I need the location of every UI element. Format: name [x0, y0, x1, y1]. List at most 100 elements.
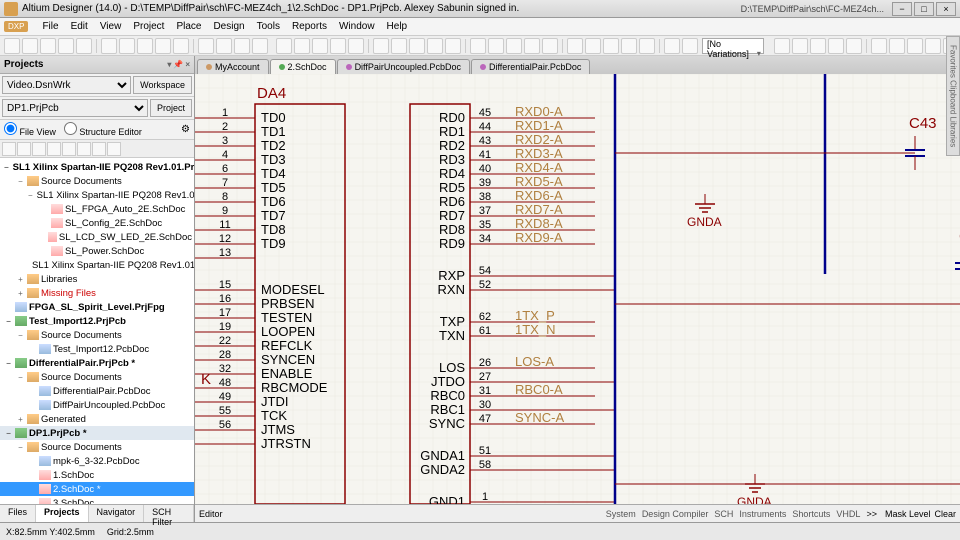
menu-help[interactable]: Help — [381, 19, 414, 34]
mask-level[interactable]: Mask Level — [885, 509, 931, 519]
toolbar-button[interactable] — [4, 38, 20, 54]
system-tab[interactable]: SCH — [714, 509, 733, 519]
tree-node[interactable]: −Test_Import12.PrjPcb — [0, 314, 194, 328]
toolbar-button[interactable] — [889, 38, 905, 54]
toolbar-button[interactable] — [330, 38, 346, 54]
menu-reports[interactable]: Reports — [286, 19, 333, 34]
toolbar-button[interactable] — [101, 38, 117, 54]
dxp-button[interactable]: DXP — [4, 21, 28, 32]
fileview-radio[interactable]: File View — [4, 122, 56, 137]
close-button[interactable]: × — [936, 2, 956, 16]
tree-node[interactable]: SL1 Xilinx Spartan-IIE PQ208 Rev1.01.Pcb… — [0, 258, 194, 272]
minimize-button[interactable]: − — [892, 2, 912, 16]
toolbar-button[interactable] — [925, 38, 941, 54]
tree-node[interactable]: +Missing Files — [0, 286, 194, 300]
menu-design[interactable]: Design — [207, 19, 250, 34]
tree-tool-button[interactable] — [32, 142, 46, 156]
toolbar-button[interactable] — [294, 38, 310, 54]
doc-tab[interactable]: DifferentialPair.PcbDoc — [471, 59, 590, 74]
structure-radio[interactable]: Structure Editor — [64, 122, 142, 137]
tree-tool-button[interactable] — [2, 142, 16, 156]
toolbar-button[interactable] — [445, 38, 461, 54]
toolbar-button[interactable] — [585, 38, 601, 54]
toolbar-button[interactable] — [542, 38, 558, 54]
toolbar-button[interactable] — [373, 38, 389, 54]
toolbar-button[interactable] — [198, 38, 214, 54]
toolbar-button[interactable] — [621, 38, 637, 54]
project-button[interactable]: Project — [150, 99, 192, 117]
system-tab[interactable]: Instruments — [739, 509, 786, 519]
tree-tool-button[interactable] — [107, 142, 121, 156]
tree-node[interactable]: −DP1.PrjPcb * — [0, 426, 194, 440]
panel-tab-projects[interactable]: Projects — [36, 505, 89, 522]
system-tab[interactable]: System — [606, 509, 636, 519]
toolbar-button[interactable] — [427, 38, 443, 54]
toolbar-button[interactable] — [470, 38, 486, 54]
toolbar-button[interactable] — [871, 38, 887, 54]
tree-tool-button[interactable] — [62, 142, 76, 156]
tree-node[interactable]: SL_Config_2E.SchDoc — [0, 216, 194, 230]
tree-node[interactable]: DiffPairUncoupled.PcbDoc — [0, 398, 194, 412]
toolbar-button[interactable] — [76, 38, 92, 54]
toolbar-button[interactable] — [664, 38, 680, 54]
panel-menu-icon[interactable]: ▾ — [167, 60, 171, 69]
tree-node[interactable]: SL_Power.SchDoc — [0, 244, 194, 258]
toolbar-button[interactable] — [276, 38, 292, 54]
maximize-button[interactable]: □ — [914, 2, 934, 16]
panel-settings-icon[interactable]: ⚙ — [181, 124, 190, 135]
toolbar-button[interactable] — [391, 38, 407, 54]
toolbar-button[interactable] — [774, 38, 790, 54]
toolbar-button[interactable] — [312, 38, 328, 54]
tree-node[interactable]: −SL1 Xilinx Spartan-IIE PQ208 Rev1.01.Sc… — [0, 188, 194, 202]
system-tab[interactable]: VHDL — [836, 509, 860, 519]
system-tab[interactable]: Shortcuts — [792, 509, 830, 519]
panel-tab-navigator[interactable]: Navigator — [89, 505, 145, 522]
toolbar-button[interactable] — [810, 38, 826, 54]
toolbar-button[interactable] — [524, 38, 540, 54]
tree-node[interactable]: −DifferentialPair.PrjPcb * — [0, 356, 194, 370]
toolbar-button[interactable] — [409, 38, 425, 54]
toolbar-button[interactable] — [173, 38, 189, 54]
toolbar-button[interactable] — [639, 38, 655, 54]
toolbar-button[interactable] — [828, 38, 844, 54]
toolbar-button[interactable] — [488, 38, 504, 54]
right-panel-tabs[interactable]: Favorites Clipboard Libraries — [946, 36, 960, 156]
toolbar-button[interactable] — [137, 38, 153, 54]
toolbar-button[interactable] — [119, 38, 135, 54]
menu-tools[interactable]: Tools — [251, 19, 286, 34]
tree-node[interactable]: SL_FPGA_Auto_2E.SchDoc — [0, 202, 194, 216]
doc-tab[interactable]: DiffPairUncoupled.PcbDoc — [337, 59, 470, 74]
toolbar-button[interactable] — [252, 38, 268, 54]
toolbar-button[interactable] — [603, 38, 619, 54]
menu-project[interactable]: Project — [127, 19, 170, 34]
toolbar-button[interactable] — [907, 38, 923, 54]
toolbar-button[interactable] — [58, 38, 74, 54]
schematic-canvas[interactable]: DA41TD02TD13TD24TD36TD47TD58TD69TD711TD8… — [195, 74, 960, 504]
toolbar-button[interactable] — [567, 38, 583, 54]
tree-tool-button[interactable] — [47, 142, 61, 156]
menu-file[interactable]: File — [36, 19, 64, 34]
tree-node[interactable]: −SL1 Xilinx Spartan-IIE PQ208 Rev1.01.Pr… — [0, 160, 194, 174]
panel-close-icon[interactable]: × — [185, 60, 190, 69]
toolbar-button[interactable] — [155, 38, 171, 54]
project-tree[interactable]: −SL1 Xilinx Spartan-IIE PQ208 Rev1.01.Pr… — [0, 158, 194, 504]
tree-node[interactable]: FPGA_SL_Spirit_Level.PrjFpg — [0, 300, 194, 314]
tree-tool-button[interactable] — [77, 142, 91, 156]
tree-node[interactable]: 1.SchDoc — [0, 468, 194, 482]
tree-node[interactable]: mpk-6_3-32.PcbDoc — [0, 454, 194, 468]
toolbar-button[interactable] — [682, 38, 698, 54]
menu-window[interactable]: Window — [333, 19, 381, 34]
doc-tab[interactable]: 2.SchDoc — [270, 59, 336, 74]
toolbar-button[interactable] — [506, 38, 522, 54]
toolbar-button[interactable] — [22, 38, 38, 54]
menu-view[interactable]: View — [94, 19, 128, 34]
tree-node[interactable]: +Libraries — [0, 272, 194, 286]
workspace-button[interactable]: Workspace — [133, 76, 192, 94]
toolbar-button[interactable] — [792, 38, 808, 54]
toolbar-button[interactable] — [40, 38, 56, 54]
toolbar-button[interactable] — [348, 38, 364, 54]
tree-node[interactable]: −Source Documents — [0, 174, 194, 188]
tree-node[interactable]: +Generated — [0, 412, 194, 426]
workspace-select[interactable]: Video.DsnWrk — [2, 76, 131, 94]
tree-node[interactable]: DifferentialPair.PcbDoc — [0, 384, 194, 398]
